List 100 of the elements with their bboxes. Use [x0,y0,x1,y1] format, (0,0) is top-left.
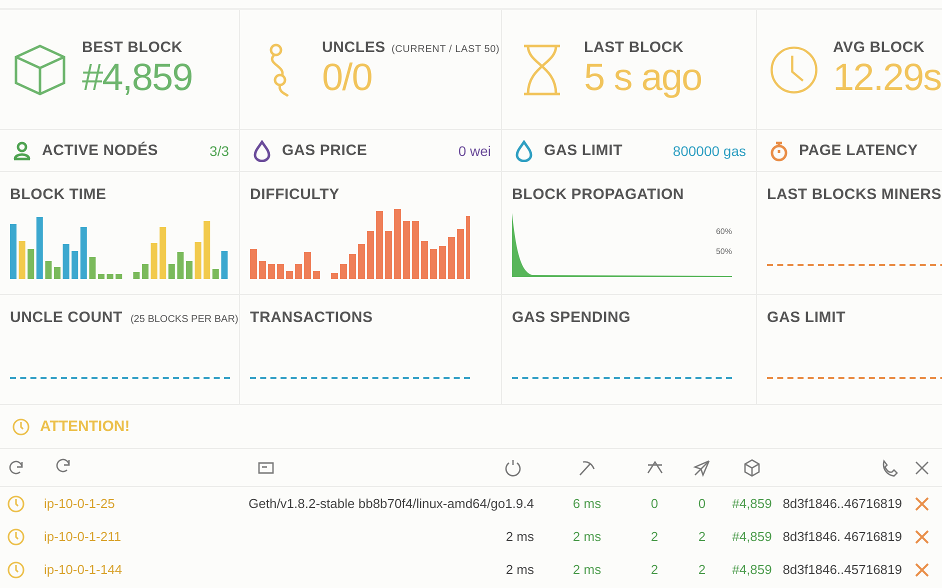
chart-title: BLOCK PROPAGATION [512,186,684,203]
bar [295,264,302,279]
clock-icon [7,528,25,546]
bar [62,244,70,279]
bar [250,249,257,279]
bar [133,272,140,279]
clock-icon [7,560,25,578]
bar [367,231,374,279]
bar [457,229,464,279]
person-icon [12,140,32,160]
table-cell: 2 ms [506,562,534,577]
bar [421,241,428,279]
table-cell: Geth/v1.8.2-stable bb8b70f4/linux-amd64/go1.9.4 [248,496,534,511]
bar [142,264,148,279]
send-icon [693,458,711,476]
bar [186,261,192,279]
bar [10,224,16,279]
node-name: ip-10-0-1-25 [44,496,115,511]
bar [466,216,470,279]
chart-title: DIFFICULTY [250,186,340,203]
bar [403,221,410,279]
bar [28,249,34,279]
summary-label: GAS LIMIT [544,142,624,159]
bar [72,251,78,279]
bar [54,267,60,279]
bar [277,264,284,279]
phone-icon [880,458,898,476]
table-cell: 0 [698,496,706,511]
table-cell: 2 [650,562,658,577]
chart-title: TRANSACTIONS [250,309,373,326]
bar [259,261,266,279]
table-cell: 2 ms [506,529,534,544]
stat-label: LAST BLOCK [584,39,684,56]
bar [286,271,293,279]
bar [89,257,96,279]
bar [45,261,52,279]
cross-icon [914,496,930,512]
table-cell: 6 ms [572,496,602,511]
clock-icon [769,44,819,94]
axis-label: 50% [716,247,732,256]
bar [439,246,446,279]
node-name: ip-10-0-1-144 [44,562,122,577]
stat-label: UNCLES [322,39,386,56]
bar [177,252,184,279]
drop-icon [514,140,534,162]
pickaxe-icon [578,458,596,476]
table-cell: 2 [650,529,658,544]
bar [106,274,114,279]
refresh-icon [54,457,72,475]
chart-title: BLOCK TIME [10,186,106,203]
table-cell: #4,859 [732,496,772,511]
bar [412,221,419,279]
bar [80,227,87,279]
stat-value: 0/0 [322,56,373,100]
table-cell: 8d3f1846. 46716819 [782,529,902,544]
bar [18,241,26,279]
summary-label: GAS PRICE [282,142,368,159]
table-cell: 0 [650,496,658,511]
summary-value: 3/3 [210,142,229,158]
table-cell: 2 ms [572,562,602,577]
bar [376,211,383,279]
attention-label: ATTENTION! [40,418,130,435]
chart-title: LAST BLOCKS MINERS [767,186,942,203]
table-cell: 8d3f1846..45716819 [782,562,902,577]
bar [358,244,365,279]
summary-label: PAGE LATENCY [799,142,919,159]
summary-value: 800000 gas [672,142,746,158]
cross-icon [914,562,930,578]
bar [221,251,228,279]
stat-value: #4,859 [82,56,192,100]
bar [36,217,43,279]
bar [204,221,210,279]
close-icon [913,458,931,476]
bar [116,274,122,279]
refresh-icon [7,458,25,476]
bar [160,227,166,279]
axis-label: 60% [716,227,732,236]
bar [98,274,104,279]
bar [448,237,455,279]
bar [313,271,320,279]
summary-label: ACTIVE NODÉS [42,142,160,159]
chart-title: GAS LIMIT [767,309,846,326]
bar [340,264,347,279]
stat-note: (CURRENT / LAST 50) [391,44,500,55]
table-cell: 2 [698,529,706,544]
bar [385,231,392,279]
table-cell: 2 [698,562,706,577]
summary-value: 0 wei [458,142,491,158]
bar [430,249,437,279]
cross-icon [914,528,930,544]
bar [212,269,219,279]
bar [168,264,175,279]
clock-icon [7,494,25,512]
stat-label: AVG BLOCK [833,39,925,56]
drop-icon [252,140,272,162]
stat-value: 12.29s [833,56,942,100]
chart-note: (25 BLOCKS PER BAR) [130,314,238,325]
chart-title: UNCLE COUNT [10,309,122,326]
table-cell: #4,859 [732,529,772,544]
stat-value: 5 s ago [584,56,702,100]
